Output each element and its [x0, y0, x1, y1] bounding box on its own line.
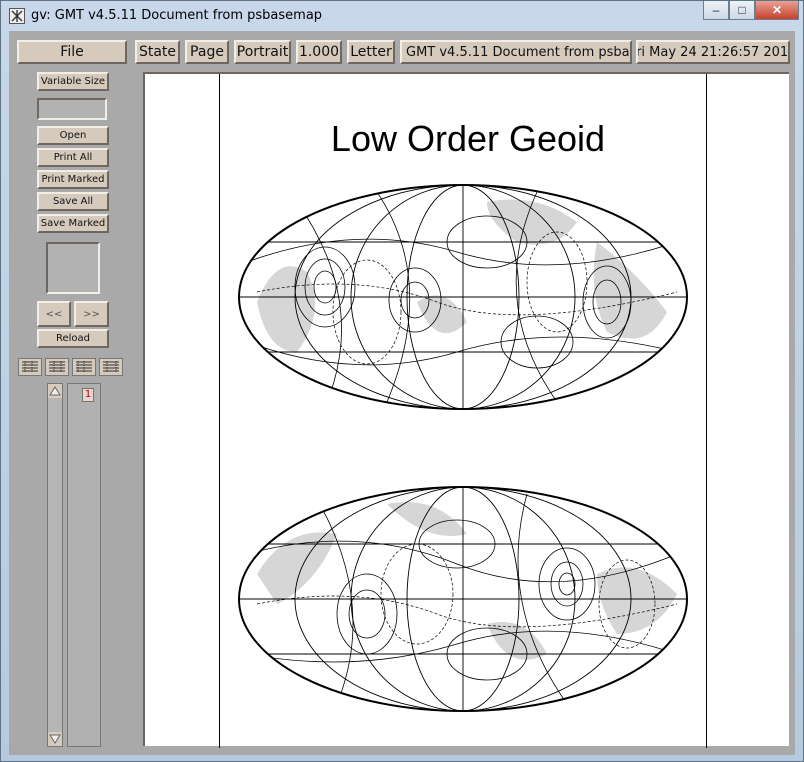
page-list[interactable]: 1	[67, 383, 101, 747]
close-button[interactable]: ✕	[755, 1, 799, 20]
open-button[interactable]: Open	[37, 126, 109, 145]
print-marked-button[interactable]: Print Marked	[37, 170, 109, 189]
page-list-item[interactable]: 1	[82, 388, 94, 402]
toggle-odd-pages-icon[interactable]	[72, 358, 96, 376]
document-title: Low Order Geoid	[330, 118, 606, 159]
unmark-all-pages-icon[interactable]	[99, 358, 123, 376]
toggle-even-pages-icon[interactable]	[45, 358, 69, 376]
window-title: gv: GMT v4.5.11 Document from psbasemap	[31, 8, 323, 23]
reload-button[interactable]: Reload	[37, 329, 109, 348]
next-page-button[interactable]: >>	[74, 301, 109, 327]
file-menu-button[interactable]: File	[17, 40, 127, 64]
previous-page-button[interactable]: <<	[37, 301, 71, 327]
document-date-field: Fri May 24 21:26:57 2019	[636, 40, 790, 64]
title-bar[interactable]: gv: GMT v4.5.11 Document from psbasemap …	[1, 1, 803, 31]
orientation-menu-button[interactable]: Portrait	[234, 40, 291, 64]
panner-area[interactable]	[46, 242, 100, 294]
geoid-map-top	[238, 184, 688, 410]
gv-window: gv: GMT v4.5.11 Document from psbasemap …	[0, 0, 804, 762]
page-menu-button[interactable]: Page	[185, 40, 229, 64]
page-right-edge	[706, 74, 707, 748]
gv-app-icon	[9, 8, 25, 24]
document-view[interactable]: Low Order Geoid	[143, 72, 789, 748]
save-all-button[interactable]: Save All	[37, 192, 109, 211]
page-left-edge	[219, 74, 220, 748]
scale-menu-button[interactable]: 1.000	[296, 40, 342, 64]
toggle-current-page-icon[interactable]	[18, 358, 42, 376]
save-marked-button[interactable]: Save Marked	[37, 214, 109, 233]
location-display	[37, 98, 107, 120]
page-list-scrollbar[interactable]	[47, 383, 63, 747]
document-title-field: GMT v4.5.11 Document from psbasemap	[400, 40, 632, 64]
state-menu-button[interactable]: State	[135, 40, 180, 64]
maximize-button[interactable]: □	[729, 1, 755, 20]
gv-client-area: File State Page Portrait 1.000 Letter GM…	[9, 31, 795, 755]
media-menu-button[interactable]: Letter	[347, 40, 395, 64]
minimize-button[interactable]: –	[703, 1, 729, 20]
print-all-button[interactable]: Print All	[37, 148, 109, 167]
scroll-down-arrow-icon[interactable]	[48, 732, 62, 746]
variable-size-button[interactable]: Variable Size	[37, 72, 109, 91]
geoid-map-bottom	[238, 486, 688, 712]
scroll-up-arrow-icon[interactable]	[48, 384, 62, 398]
